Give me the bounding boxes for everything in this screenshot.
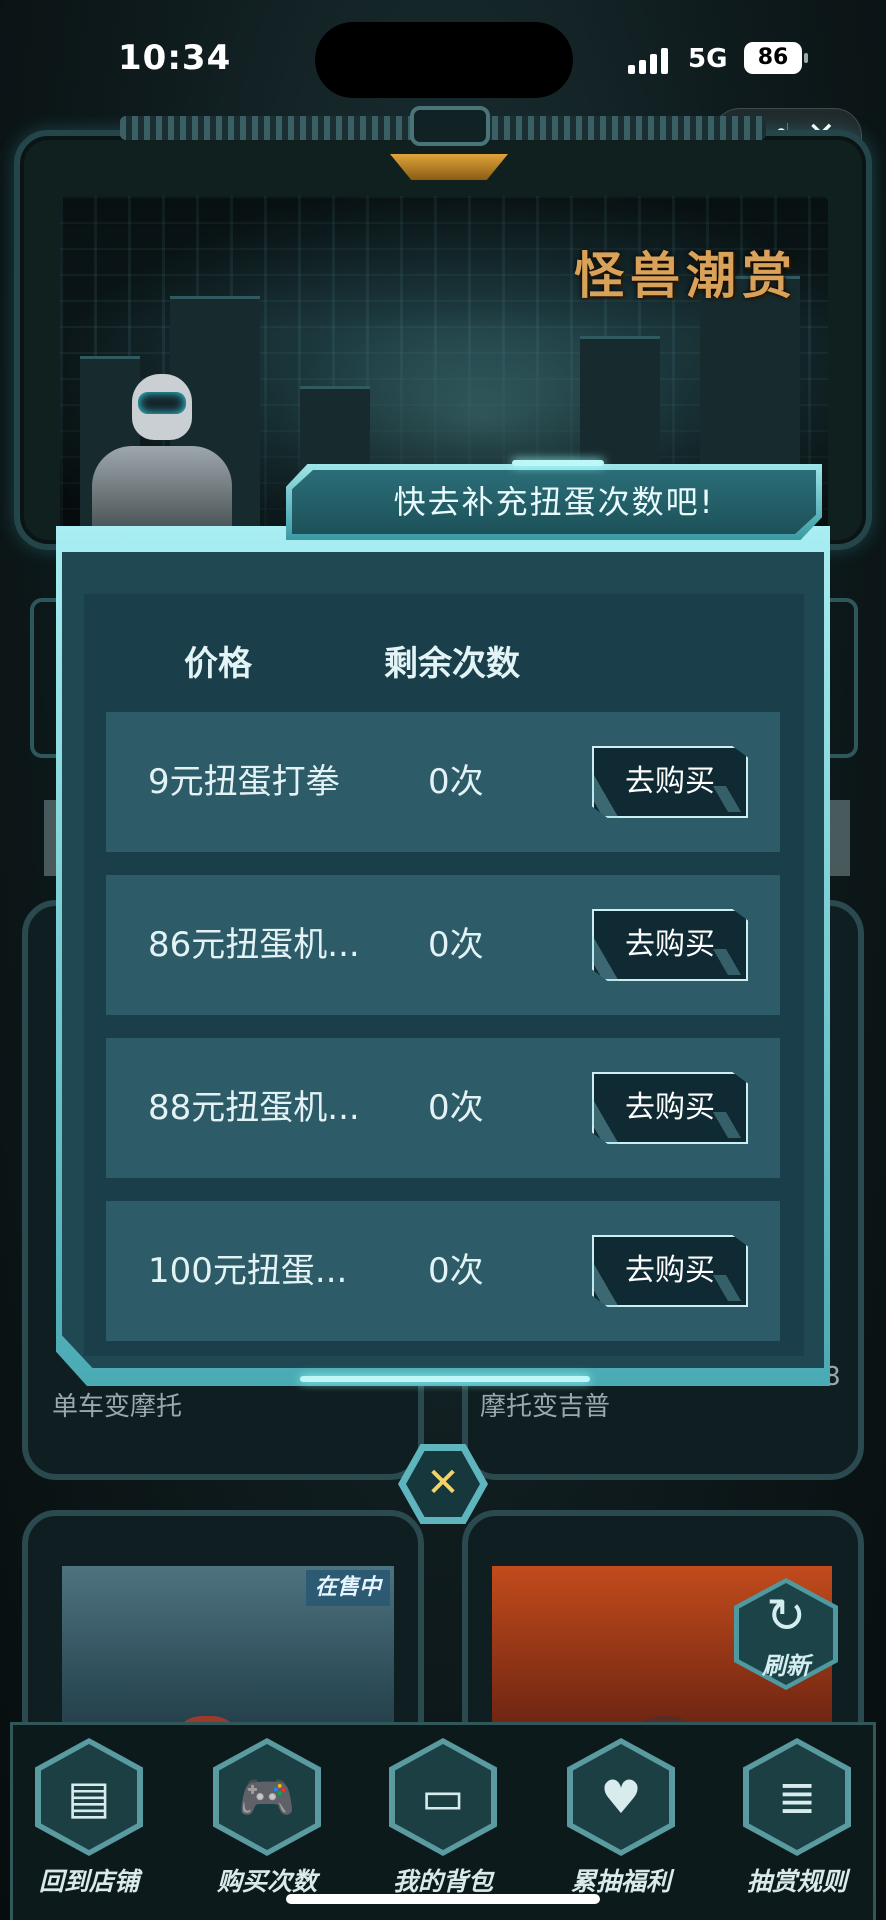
row-product-name: 86元扭蛋机... [148, 925, 360, 965]
popup-header: 快去补充扭蛋次数吧! [292, 470, 816, 534]
frame-gold-tab [390, 154, 508, 180]
banner-title: 怪兽潮赏 [574, 247, 798, 305]
nav-label: 购买次数 [216, 1867, 317, 1896]
buy-button[interactable]: 去购买 [592, 746, 748, 818]
store-icon: ▤ [67, 1770, 111, 1824]
refresh-label: 刷新 [762, 1652, 810, 1680]
nav-buy-times[interactable]: 🎮 购买次数 [192, 1738, 342, 1898]
network-type: 5G [688, 44, 728, 74]
row-product-name: 88元扭蛋机... [148, 1088, 360, 1128]
table-row: 100元扭蛋... 0次 去购买 [106, 1201, 780, 1341]
buy-button[interactable]: 去购买 [592, 1072, 748, 1144]
on-sale-badge: 在售中 [306, 1570, 390, 1606]
heart-icon: ♥ [600, 1770, 642, 1824]
refresh-icon: ↻ [765, 1588, 807, 1644]
home-indicator[interactable] [286, 1894, 600, 1904]
popup-header-glow [512, 460, 604, 466]
row-remaining-count: 0次 [428, 1088, 484, 1128]
status-bar: 10:34 5G 86 [0, 0, 886, 120]
nav-cumulative-rewards[interactable]: ♥ 累抽福利 [546, 1738, 696, 1898]
nav-draw-rules[interactable]: ≣ 抽赏规则 [722, 1738, 872, 1898]
nav-label: 累抽福利 [570, 1867, 671, 1896]
buy-button[interactable]: 去购买 [592, 909, 748, 981]
nav-back-to-store[interactable]: ▤ 回到店铺 [14, 1738, 164, 1898]
box-icon: ▭ [421, 1770, 465, 1824]
gamepad-icon: 🎮 [238, 1770, 296, 1824]
row-remaining-count: 0次 [428, 762, 484, 802]
buy-button[interactable]: 去购买 [592, 1235, 748, 1307]
nav-label: 抽赏规则 [746, 1867, 847, 1896]
table-row: 9元扭蛋打拳 0次 去购买 [106, 712, 780, 852]
frame-notch [410, 106, 490, 146]
row-product-name: 100元扭蛋... [148, 1251, 348, 1291]
nav-label: 回到店铺 [38, 1867, 139, 1896]
column-remaining: 剩余次数 [384, 644, 520, 684]
row-remaining-count: 0次 [428, 1251, 484, 1291]
nav-label: 我的背包 [392, 1867, 493, 1896]
dynamic-island [315, 22, 573, 98]
status-time: 10:34 [118, 38, 232, 78]
screen: 10:34 5G 86 ••• ✕ 怪兽潮赏 [0, 0, 886, 1920]
product-card-right-label: 摩托变吉普 [480, 1392, 611, 1422]
row-remaining-count: 0次 [428, 925, 484, 965]
table-row: 88元扭蛋机... 0次 去购买 [106, 1038, 780, 1178]
row-product-name: 9元扭蛋打拳 [148, 762, 340, 802]
column-price: 价格 [184, 644, 252, 684]
signal-icon [628, 48, 672, 74]
robot-mascot [86, 374, 236, 544]
popup-bottom-glow [300, 1376, 590, 1382]
nav-my-backpack[interactable]: ▭ 我的背包 [368, 1738, 518, 1898]
battery-icon: 86 [744, 42, 808, 74]
side-bar-left [44, 800, 58, 876]
product-card-left-label: 单车变摩托 [52, 1392, 183, 1422]
document-icon: ≣ [777, 1770, 817, 1824]
refresh-button[interactable]: ↻ 刷新 [734, 1578, 838, 1690]
table-row: 86元扭蛋机... 0次 去购买 [106, 875, 780, 1015]
